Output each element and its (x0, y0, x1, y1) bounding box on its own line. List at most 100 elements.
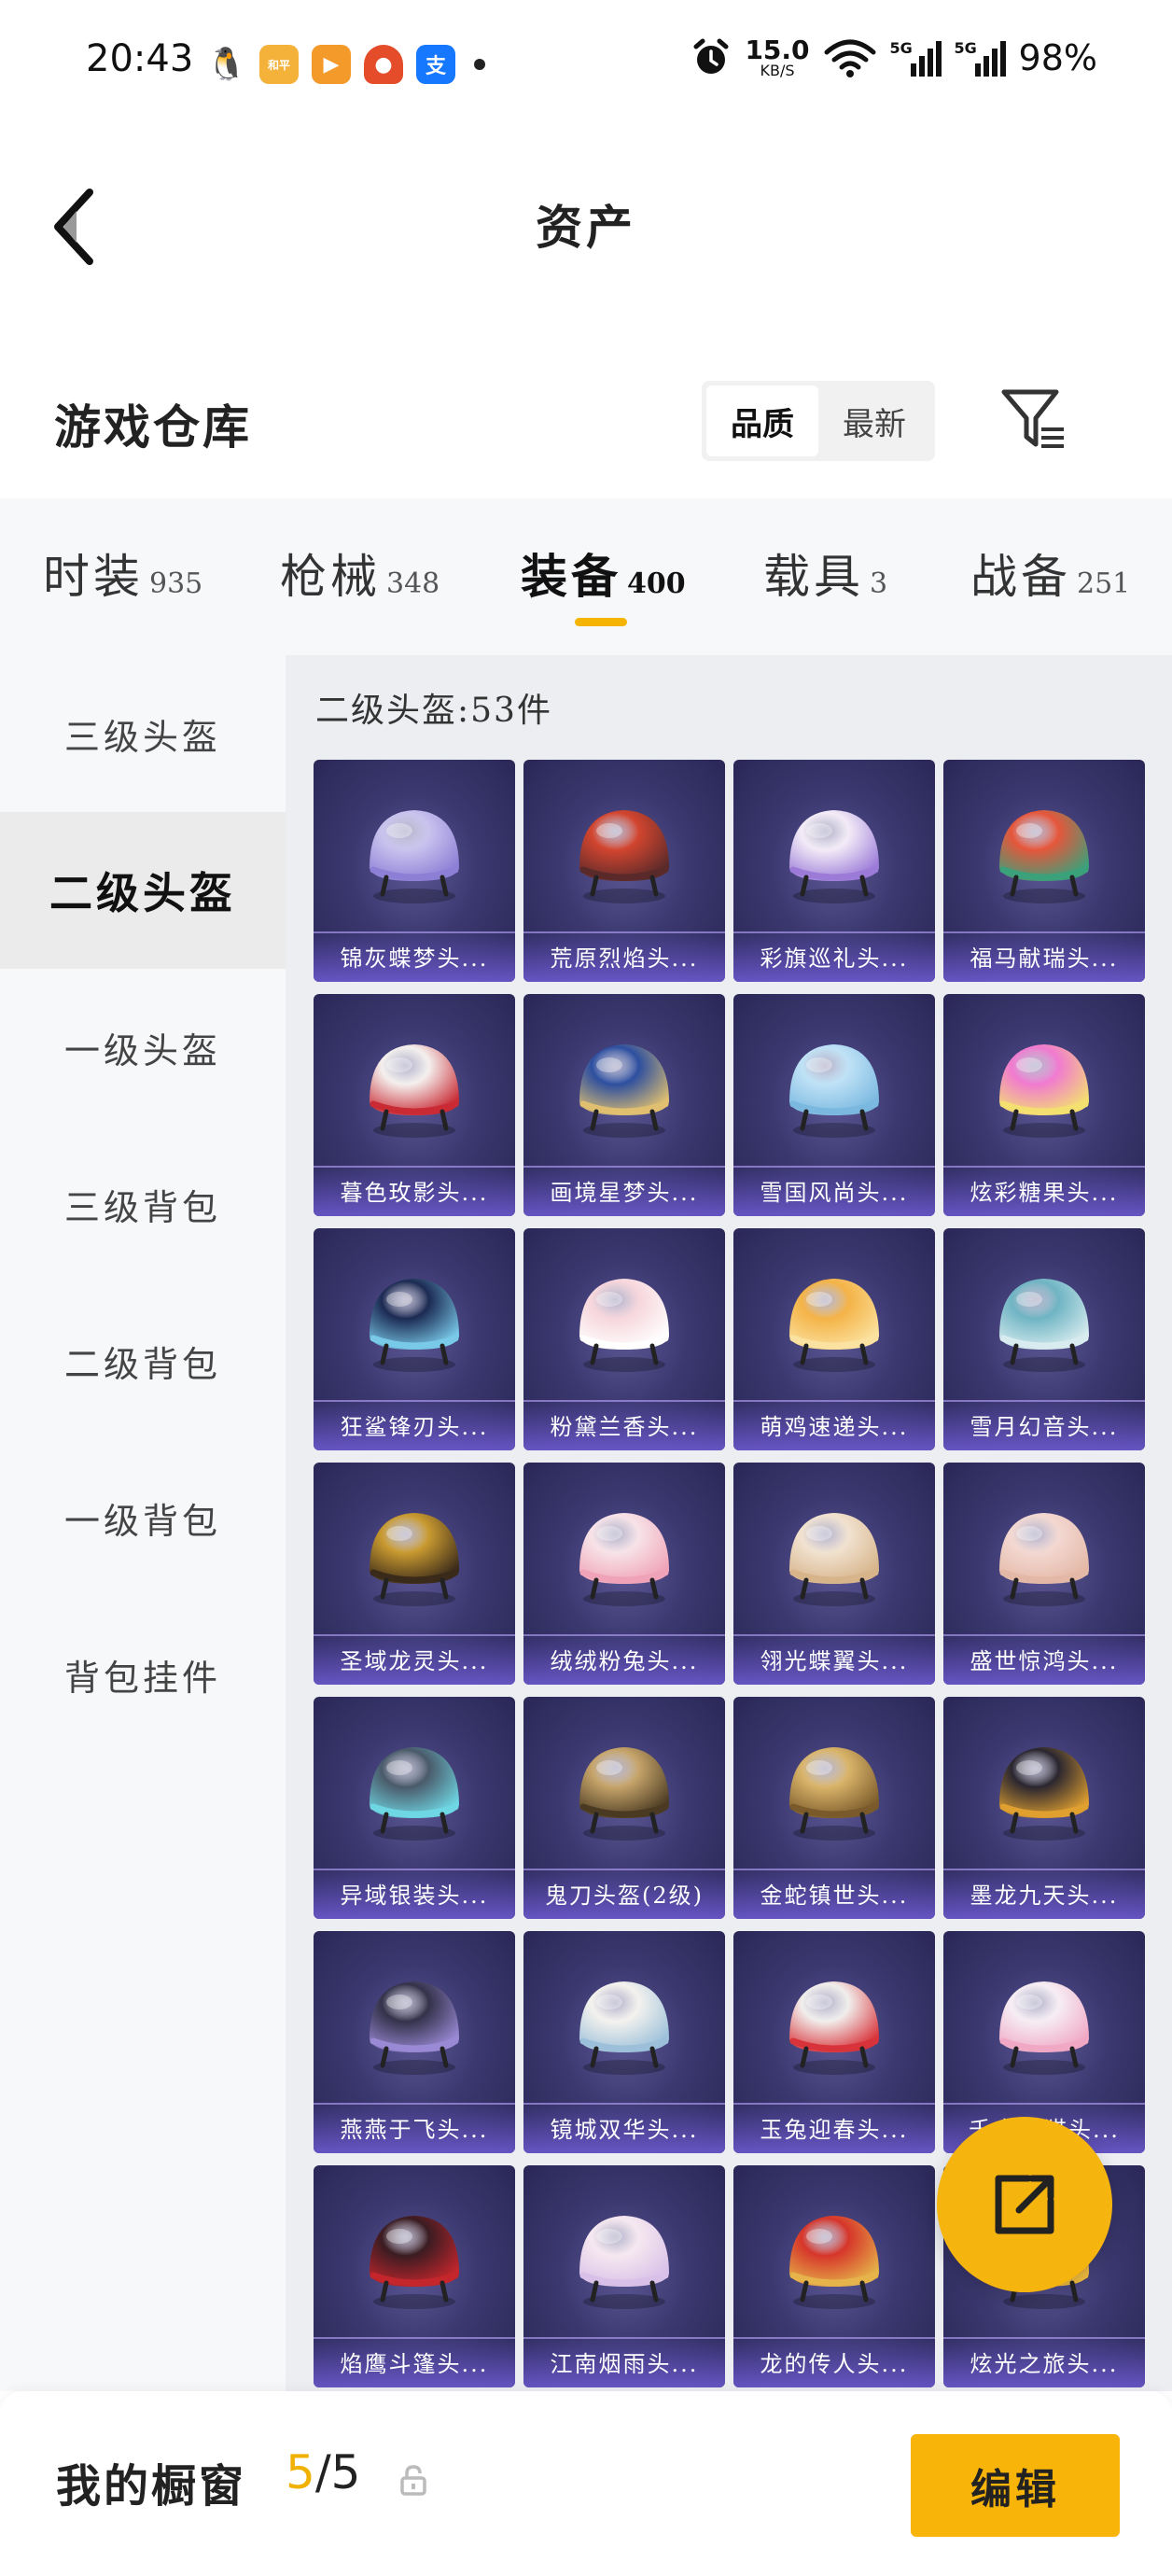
item-card[interactable]: 雪国风尚头... (733, 994, 935, 1216)
showcase-bar: 我的橱窗 5/5 编辑 (0, 2391, 1172, 2576)
helmet-icon (999, 1513, 1089, 1606)
assets-page: 20:43 🐧 和平 ▶ ● 支 15.0 KB/S 5G 5G 98% 资产 … (0, 0, 1172, 2576)
card-divider (314, 2103, 515, 2105)
sort-toggle: 品质 最新 (702, 381, 935, 461)
sort-quality-button[interactable]: 品质 (706, 385, 818, 456)
helmet-icon (789, 810, 879, 903)
item-name: 狂鲨锋刃头... (340, 1414, 489, 1440)
tab-count: 348 (386, 567, 440, 600)
app-header: 资产 (0, 131, 1172, 317)
helmet-icon (789, 1981, 879, 2075)
tab-gear[interactable]: 战备 251 (970, 539, 1130, 607)
signal-2-label: 5G (954, 39, 977, 57)
tab-fashion[interactable]: 时装 935 (43, 539, 202, 607)
item-card[interactable]: 圣域龙灵头... (314, 1463, 515, 1685)
item-name: 炫彩糖果头... (970, 1180, 1119, 1206)
subcategory-sidebar: 三级头盔 二级头盔 一级头盔 三级背包 二级背包 一级背包 背包挂件 (0, 655, 286, 2391)
tab-count: 3 (870, 567, 888, 600)
item-card[interactable]: 燕燕于飞头... (314, 1931, 515, 2153)
item-card[interactable]: 暮色玫影头... (314, 994, 515, 1216)
net-speed-value: 15.0 (745, 35, 810, 65)
sidebar-item-level2-helmet[interactable]: 二级头盔 (0, 812, 286, 969)
item-card[interactable]: 异域银装头... (314, 1697, 515, 1919)
item-card[interactable]: 玉兔迎春头... (733, 1931, 935, 2153)
sidebar-item-level3-helmet[interactable]: 三级头盔 (0, 655, 286, 812)
item-name: 盛世惊鸿头... (970, 1648, 1119, 1674)
filter-icon[interactable] (998, 385, 1069, 455)
item-card[interactable]: 绒绒粉兔头... (523, 1463, 725, 1685)
showcase-count: 5/5 (286, 2445, 360, 2499)
card-divider (733, 2337, 935, 2339)
page-title: 资产 (536, 200, 636, 255)
item-card[interactable]: 盛世惊鸿头... (943, 1463, 1145, 1685)
card-divider (523, 1869, 725, 1870)
item-card[interactable]: 金蛇镇世头... (733, 1697, 935, 1919)
net-speed: 15.0 KB/S (745, 37, 809, 78)
helmet-icon (579, 2216, 669, 2309)
item-name: 翎光蝶翼头... (760, 1648, 909, 1674)
card-divider (943, 1166, 1145, 1168)
card-divider (523, 1166, 725, 1168)
item-card[interactable]: 雪月幻音头... (943, 1228, 1145, 1450)
sidebar-item-backpack-charm[interactable]: 背包挂件 (0, 1596, 286, 1753)
item-card[interactable]: 萌鸡速递头... (733, 1228, 935, 1450)
card-divider (523, 2103, 725, 2105)
item-card[interactable]: 画境星梦头... (523, 994, 725, 1216)
helmet-icon (579, 1513, 669, 1606)
item-name: 江南烟雨头... (550, 2351, 699, 2377)
tab-label: 时装 (43, 550, 144, 604)
card-divider (523, 2337, 725, 2339)
item-name: 玉兔迎春头... (760, 2117, 909, 2143)
item-card[interactable]: 狂鲨锋刃头... (314, 1228, 515, 1450)
item-name: 福马献瑞头... (970, 945, 1119, 972)
item-name: 炫光之旅头... (970, 2351, 1119, 2377)
status-bar: 20:43 🐧 和平 ▶ ● 支 15.0 KB/S 5G 5G 98% (0, 0, 1172, 131)
item-card[interactable]: 荒原烈焰头... (523, 760, 725, 982)
item-card[interactable]: 炫彩糖果头... (943, 994, 1145, 1216)
tab-vehicles[interactable]: 载具 3 (763, 539, 887, 607)
sidebar-item-level1-helmet[interactable]: 一级头盔 (0, 969, 286, 1126)
item-card[interactable]: 翎光蝶翼头... (733, 1463, 935, 1685)
item-card[interactable]: 福马献瑞头... (943, 760, 1145, 982)
showcase-separator: / (314, 2445, 331, 2499)
helmet-icon (789, 1044, 879, 1138)
item-name: 雪月幻音头... (970, 1414, 1119, 1440)
item-card[interactable]: 锦灰蝶梦头... (314, 760, 515, 982)
helmet-icon (579, 1747, 669, 1841)
item-card[interactable]: 墨龙九天头... (943, 1697, 1145, 1919)
helmet-icon (370, 1747, 459, 1841)
item-card[interactable]: 粉黛兰香头... (523, 1228, 725, 1450)
edit-button[interactable]: 编辑 (911, 2434, 1120, 2537)
item-card[interactable]: 江南烟雨头... (523, 2165, 725, 2387)
item-name: 墨龙九天头... (970, 1883, 1119, 1909)
sort-latest-button[interactable]: 最新 (818, 385, 930, 456)
sidebar-item-level2-backpack[interactable]: 二级背包 (0, 1282, 286, 1439)
status-app-icons: 🐧 和平 ▶ ● 支 (207, 45, 485, 84)
item-name: 萌鸡速递头... (760, 1414, 909, 1440)
helmet-icon (370, 1279, 459, 1372)
helmet-icon (999, 1044, 1089, 1138)
share-icon (995, 2175, 1054, 2234)
card-divider (314, 1634, 515, 1636)
tab-weapons[interactable]: 枪械 348 (280, 539, 440, 607)
sidebar-item-level3-backpack[interactable]: 三级背包 (0, 1126, 286, 1282)
item-card[interactable]: 彩旗巡礼头... (733, 760, 935, 982)
card-divider (314, 1869, 515, 1870)
card-divider (314, 931, 515, 933)
helmet-icon (370, 2216, 459, 2309)
item-card[interactable]: 镜城双华头... (523, 1931, 725, 2153)
item-card[interactable]: 鬼刀头盔(2级) (523, 1697, 725, 1919)
tab-equipment[interactable]: 装备 400 (521, 539, 686, 607)
item-card[interactable]: 龙的传人头... (733, 2165, 935, 2387)
item-name: 金蛇镇世头... (760, 1883, 909, 1909)
share-button[interactable] (937, 2117, 1112, 2292)
card-divider (314, 1166, 515, 1168)
more-notifications-dot (474, 59, 485, 70)
helmet-icon (789, 1513, 879, 1606)
signal-2-icon: 5G (955, 39, 1006, 77)
sidebar-item-level1-backpack[interactable]: 一级背包 (0, 1439, 286, 1596)
helmet-icon (579, 1981, 669, 2075)
helmet-icon (370, 1981, 459, 2075)
signal-1-icon: 5G (890, 39, 942, 77)
item-card[interactable]: 焰鹰斗篷头... (314, 2165, 515, 2387)
